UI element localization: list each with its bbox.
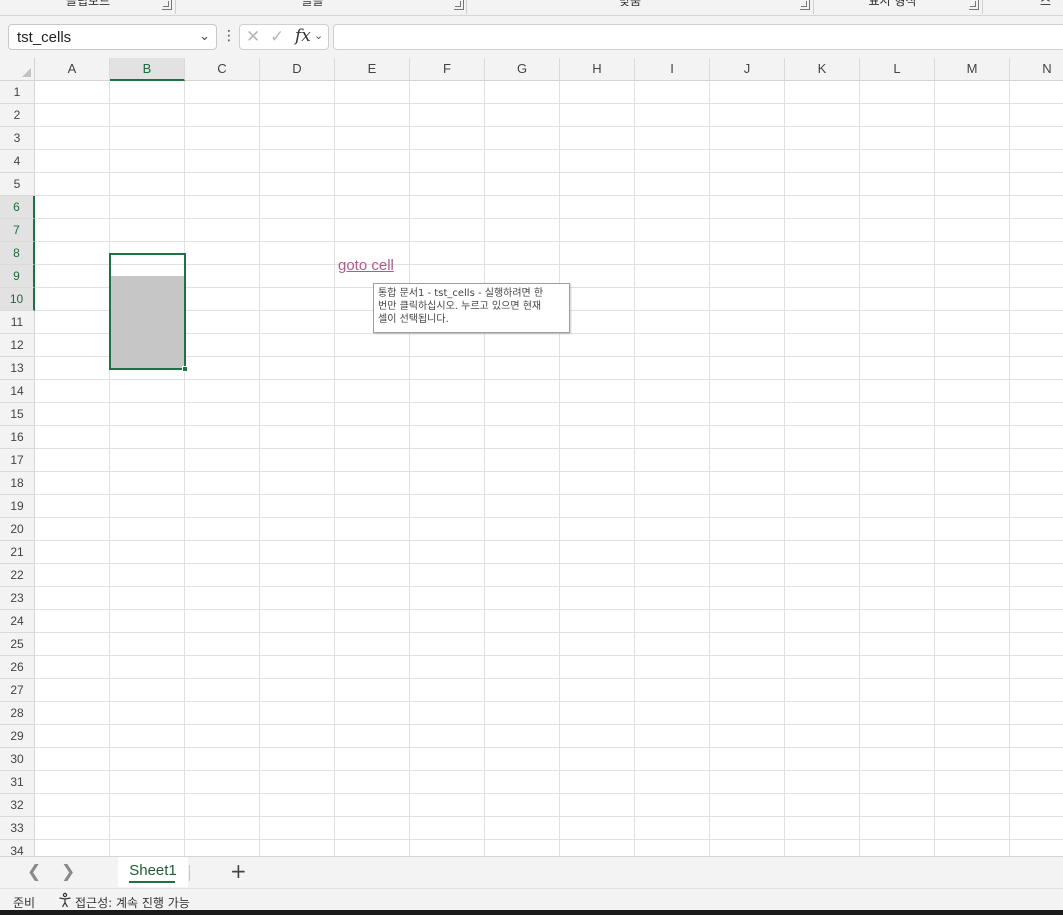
- row-header-27[interactable]: 27: [0, 679, 35, 702]
- row-header-26[interactable]: 26: [0, 656, 35, 679]
- add-sheet-button[interactable]: +: [230, 859, 247, 883]
- ribbon-group-alignment: 맞춤: [618, 0, 642, 8]
- number-format-launcher-icon[interactable]: [969, 0, 979, 10]
- chevron-down-icon[interactable]: ⌄: [314, 29, 323, 42]
- chevron-left-icon[interactable]: ❮: [27, 862, 41, 882]
- row-header-7[interactable]: 7: [0, 219, 35, 242]
- row-header-4[interactable]: 4: [0, 150, 35, 173]
- row-header-16[interactable]: 16: [0, 426, 35, 449]
- row-header-32[interactable]: 32: [0, 794, 35, 817]
- row-header-20[interactable]: 20: [0, 518, 35, 541]
- column-header-m[interactable]: M: [935, 58, 1010, 81]
- row-header-11[interactable]: 11: [0, 311, 35, 334]
- chevron-right-icon[interactable]: ❯: [61, 862, 75, 882]
- hyperlink-tooltip: 통합 문서1 - tst_cells - 실행하려면 한 번만 클릭하십시오. …: [373, 283, 570, 333]
- insert-function-icon[interactable]: fx: [295, 26, 311, 46]
- column-header-f[interactable]: F: [410, 58, 485, 81]
- column-header-b[interactable]: B: [110, 58, 185, 81]
- ribbon-divider: [813, 0, 814, 14]
- ribbon-divider: [175, 0, 176, 14]
- status-ready: 준비: [13, 896, 36, 910]
- more-options-icon[interactable]: ⋮: [222, 28, 236, 46]
- row-header-3[interactable]: 3: [0, 127, 35, 150]
- cell-area[interactable]: [35, 81, 1063, 856]
- sheet-tab-bar: ❮ ❯ Sheet1 +: [0, 856, 1063, 888]
- window-bottom-edge: [0, 910, 1063, 915]
- ribbon-group-number-format: 표시 형식: [868, 0, 917, 8]
- column-header-h[interactable]: H: [560, 58, 635, 81]
- row-header-15[interactable]: 15: [0, 403, 35, 426]
- row-header-6[interactable]: 6: [0, 196, 35, 219]
- selection-border: [109, 253, 186, 370]
- spreadsheet-grid[interactable]: ABCDEFGHIJKLMN 1 2 3 4 5 6 7 8 9 10 11 12 13 14 15 16 17…: [0, 58, 1063, 856]
- ribbon-group-clipboard: 클립보드: [65, 0, 111, 8]
- row-header-5[interactable]: 5: [0, 173, 35, 196]
- row-header-14[interactable]: 14: [0, 380, 35, 403]
- tab-divider: [189, 865, 190, 881]
- row-header-25[interactable]: 25: [0, 633, 35, 656]
- name-box-value: tst_cells: [17, 29, 72, 46]
- name-box[interactable]: tst_cells ⌄: [8, 24, 217, 50]
- formula-input[interactable]: [333, 24, 1063, 50]
- row-header-21[interactable]: 21: [0, 541, 35, 564]
- row-header-22[interactable]: 22: [0, 564, 35, 587]
- row-header-10[interactable]: 10: [0, 288, 35, 311]
- ribbon-divider: [982, 0, 983, 14]
- column-header-i[interactable]: I: [635, 58, 710, 81]
- ribbon-divider: [466, 0, 467, 14]
- row-header-12[interactable]: 12: [0, 334, 35, 357]
- accessibility-icon[interactable]: [57, 892, 73, 908]
- clipboard-launcher-icon[interactable]: [162, 0, 172, 10]
- row-header-33[interactable]: 33: [0, 817, 35, 840]
- row-header-28[interactable]: 28: [0, 702, 35, 725]
- row-header-9[interactable]: 9: [0, 265, 35, 288]
- row-header-23[interactable]: 23: [0, 587, 35, 610]
- row-header-1[interactable]: 1: [0, 81, 35, 104]
- column-header-a[interactable]: A: [35, 58, 110, 81]
- column-header-c[interactable]: C: [185, 58, 260, 81]
- select-all-corner[interactable]: [0, 58, 35, 81]
- fill-handle[interactable]: [182, 366, 188, 372]
- column-header-g[interactable]: G: [485, 58, 560, 81]
- column-header-j[interactable]: J: [710, 58, 785, 81]
- column-header-e[interactable]: E: [335, 58, 410, 81]
- goto-cell-hyperlink[interactable]: goto cell: [338, 257, 394, 274]
- column-header-l[interactable]: L: [860, 58, 935, 81]
- row-header-2[interactable]: 2: [0, 104, 35, 127]
- row-header-18[interactable]: 18: [0, 472, 35, 495]
- row-header-24[interactable]: 24: [0, 610, 35, 633]
- active-tab-indicator: [129, 881, 175, 883]
- formula-bar: tst_cells ⌄ ⋮ ✕ ✓ fx ⌄: [0, 16, 1063, 58]
- ribbon-group-strip: 클립보드 글꼴 맞춤 표시 형식 스: [0, 0, 1063, 16]
- ribbon-group-styles: 스: [1040, 0, 1052, 8]
- cancel-icon[interactable]: ✕: [246, 27, 260, 47]
- row-header-8[interactable]: 8: [0, 242, 35, 265]
- status-accessibility[interactable]: 접근성: 계속 진행 가능: [75, 894, 190, 911]
- alignment-launcher-icon[interactable]: [800, 0, 810, 10]
- row-header-19[interactable]: 19: [0, 495, 35, 518]
- row-header-30[interactable]: 30: [0, 748, 35, 771]
- row-header-13[interactable]: 13: [0, 357, 35, 380]
- row-header-29[interactable]: 29: [0, 725, 35, 748]
- column-header-d[interactable]: D: [260, 58, 335, 81]
- chevron-down-icon[interactable]: ⌄: [199, 28, 210, 44]
- row-header-17[interactable]: 17: [0, 449, 35, 472]
- column-header-n[interactable]: N: [1010, 58, 1063, 81]
- row-header-31[interactable]: 31: [0, 771, 35, 794]
- ribbon-group-font: 글꼴: [301, 0, 324, 8]
- column-header-k[interactable]: K: [785, 58, 860, 81]
- tooltip-line: 번만 클릭하십시오. 누르고 있으면 현재: [378, 301, 542, 312]
- check-icon[interactable]: ✓: [270, 27, 284, 47]
- font-launcher-icon[interactable]: [454, 0, 464, 10]
- formula-tools: ✕ ✓ fx ⌄: [239, 24, 329, 50]
- tooltip-line: 셀이 선택됩니다.: [378, 314, 449, 325]
- tooltip-line: 통합 문서1 - tst_cells - 실행하려면 한: [378, 288, 544, 299]
- row-header-34[interactable]: 34: [0, 840, 35, 856]
